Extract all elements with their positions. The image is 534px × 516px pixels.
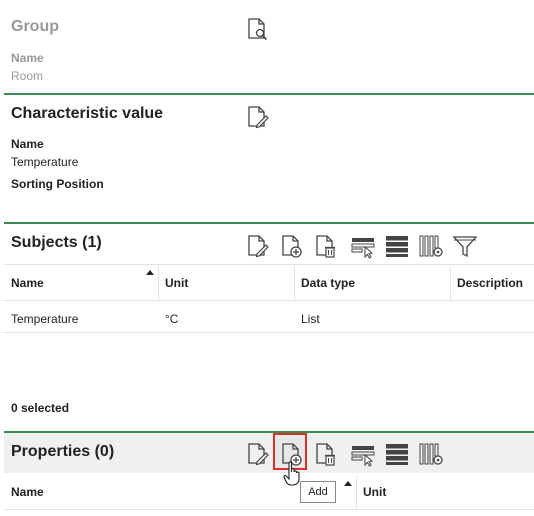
- table-header-bottom-border: [4, 509, 534, 510]
- tooltip-add: Add: [300, 481, 336, 503]
- column-settings-icon[interactable]: [418, 441, 444, 467]
- group-title: Group: [11, 18, 59, 35]
- table-header-top-border: [4, 264, 534, 265]
- list-view-icon[interactable]: [384, 233, 410, 259]
- filter-icon[interactable]: [452, 233, 478, 259]
- delete-document-icon[interactable]: [312, 441, 338, 467]
- cell-data-type: List: [301, 312, 320, 326]
- column-header-unit[interactable]: Unit: [363, 485, 386, 499]
- characteristic-name-value: Temperature: [11, 155, 79, 169]
- column-header-data-type[interactable]: Data type: [301, 276, 355, 290]
- column-separator: [294, 266, 295, 300]
- column-separator: [158, 266, 159, 300]
- edit-document-icon[interactable]: [244, 233, 270, 259]
- characteristic-name-label: Name: [11, 137, 44, 151]
- select-rows-icon[interactable]: [350, 441, 376, 467]
- sort-ascending-icon: [146, 270, 154, 275]
- subjects-title: Subjects (1): [11, 234, 102, 251]
- edit-document-icon[interactable]: [244, 441, 270, 467]
- selected-count: 0 selected: [11, 401, 70, 415]
- column-header-name[interactable]: Name: [11, 276, 44, 290]
- row-border: [4, 332, 534, 333]
- column-header-unit[interactable]: Unit: [165, 276, 188, 290]
- section-divider: [4, 93, 534, 95]
- properties-title: Properties (0): [11, 443, 115, 460]
- table-row[interactable]: Temperature °C List: [4, 301, 534, 333]
- column-separator: [450, 266, 451, 300]
- characteristic-title: Characteristic value: [11, 105, 164, 122]
- column-separator: [356, 476, 357, 510]
- sorting-position-label: Sorting Position: [11, 177, 104, 191]
- group-name-label: Name: [11, 51, 44, 65]
- select-rows-icon[interactable]: [350, 233, 376, 259]
- edit-document-icon[interactable]: [244, 104, 270, 130]
- list-view-icon[interactable]: [384, 441, 410, 467]
- group-name-value: Room: [11, 69, 44, 83]
- section-divider: [4, 222, 534, 224]
- cell-unit: °C: [165, 312, 179, 326]
- column-header-description[interactable]: Description: [457, 276, 523, 290]
- hand-cursor-icon: [283, 461, 303, 487]
- column-settings-icon[interactable]: [418, 233, 444, 259]
- column-header-name[interactable]: Name: [11, 485, 44, 499]
- delete-document-icon[interactable]: [312, 233, 338, 259]
- add-document-icon[interactable]: [278, 233, 304, 259]
- sort-ascending-icon: [344, 481, 352, 486]
- cell-name: Temperature: [11, 312, 79, 326]
- search-document-icon[interactable]: [244, 16, 270, 42]
